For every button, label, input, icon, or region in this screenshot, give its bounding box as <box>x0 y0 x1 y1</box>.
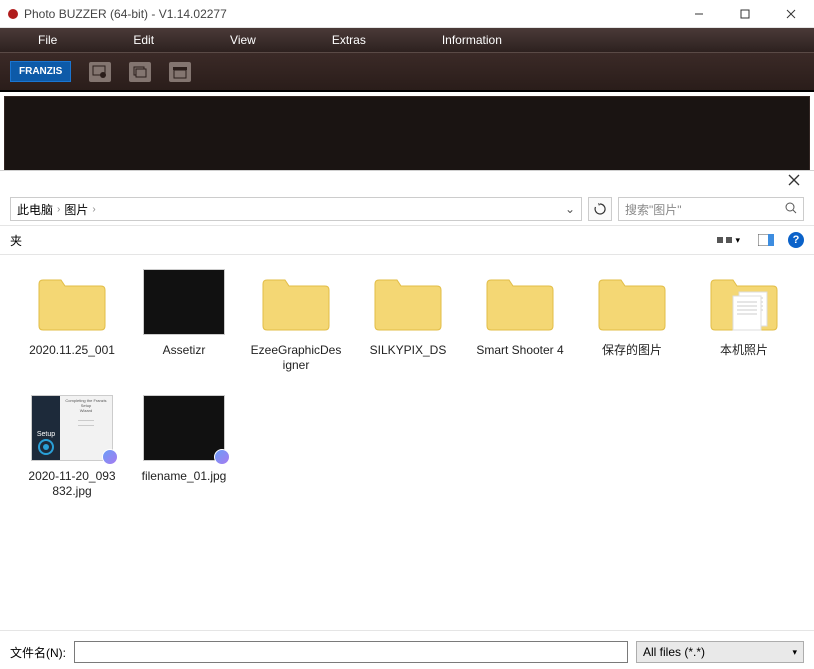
file-thumb <box>588 267 676 337</box>
search-placeholder: 搜索"图片" <box>625 201 682 218</box>
dialog-bottom-row: 文件名(N): All files (*.*) ▾ <box>0 630 814 669</box>
menu-view[interactable]: View <box>192 33 294 47</box>
media-badge-icon <box>102 449 118 465</box>
app-workspace <box>4 96 810 172</box>
file-label: EzeeGraphicDesigner <box>250 343 342 373</box>
chevron-down-icon: ▾ <box>735 235 740 246</box>
file-thumb <box>700 267 788 337</box>
file-thumb <box>476 267 564 337</box>
file-label: 2020.11.25_001 <box>26 343 118 358</box>
menu-extras[interactable]: Extras <box>294 33 404 47</box>
file-thumb: SetupCompleting the Franzis SetupWizard—… <box>28 393 116 463</box>
menu-edit[interactable]: Edit <box>95 33 192 47</box>
filename-input[interactable] <box>74 641 628 663</box>
file-thumb <box>140 267 228 337</box>
file-label: filename_01.jpg <box>138 469 230 484</box>
search-icon <box>785 202 797 217</box>
toolbar-save-icon[interactable] <box>129 62 151 82</box>
minimize-icon <box>694 9 704 19</box>
filename-label: 文件名(N): <box>10 644 66 661</box>
clapper-icon <box>172 65 188 79</box>
brand-badge: FRANZIS <box>10 61 71 82</box>
file-item[interactable]: 本机照片 <box>698 267 790 373</box>
file-thumb <box>364 267 452 337</box>
image-eye-icon <box>92 65 108 79</box>
maximize-button[interactable] <box>722 0 768 28</box>
file-label: 2020-11-20_093832.jpg <box>26 469 118 499</box>
app-menubar: File Edit View Extras Information <box>0 28 814 52</box>
close-button[interactable] <box>768 0 814 28</box>
dialog-nav-row: 此电脑 › 图片 › ⌄ 搜索"图片" <box>0 193 814 225</box>
menu-file[interactable]: File <box>0 33 95 47</box>
grid-icon <box>717 237 723 243</box>
close-icon <box>786 9 796 19</box>
refresh-button[interactable] <box>588 197 612 221</box>
file-thumb <box>28 267 116 337</box>
minimize-button[interactable] <box>676 0 722 28</box>
view-mode-button[interactable]: ▾ <box>713 233 744 248</box>
app-title: Photo BUZZER (64-bit) - V1.14.02277 <box>24 7 676 21</box>
menu-information[interactable]: Information <box>404 33 540 47</box>
file-label: 本机照片 <box>698 343 790 358</box>
toolbar-preview-icon[interactable] <box>89 62 111 82</box>
file-thumb <box>252 267 340 337</box>
help-icon: ? <box>793 234 800 246</box>
file-item[interactable]: 2020.11.25_001 <box>26 267 118 373</box>
maximize-icon <box>740 9 750 19</box>
chevron-right-icon: › <box>92 204 95 215</box>
breadcrumb-root[interactable]: 此电脑 <box>17 201 53 218</box>
app-icon <box>8 9 18 19</box>
file-item[interactable]: SILKYPIX_DS <box>362 267 454 373</box>
dialog-close-button[interactable] <box>782 171 806 193</box>
help-button[interactable]: ? <box>788 232 804 248</box>
dialog-titlebar <box>0 171 814 193</box>
file-item[interactable]: 保存的图片 <box>586 267 678 373</box>
organize-label[interactable]: 夹 <box>10 232 22 249</box>
file-open-dialog: 此电脑 › 图片 › ⌄ 搜索"图片" 夹 ▾ ? <box>0 170 814 669</box>
close-icon <box>788 174 800 186</box>
chevron-right-icon: › <box>57 204 60 215</box>
file-type-filter[interactable]: All files (*.*) ▾ <box>636 641 804 663</box>
chevron-down-icon: ▾ <box>792 647 797 658</box>
file-item[interactable]: EzeeGraphicDesigner <box>250 267 342 373</box>
file-item[interactable]: filename_01.jpg <box>138 393 230 499</box>
file-item[interactable]: Smart Shooter 4 <box>474 267 566 373</box>
file-label: SILKYPIX_DS <box>362 343 454 358</box>
media-badge-icon <box>214 449 230 465</box>
file-item[interactable]: Assetizr <box>138 267 230 373</box>
toolbar-slate-icon[interactable] <box>169 62 191 82</box>
filter-label: All files (*.*) <box>643 645 705 659</box>
preview-pane-button[interactable] <box>754 232 778 248</box>
app-toolbar: FRANZIS <box>0 52 814 92</box>
dialog-toolbar: 夹 ▾ ? <box>0 225 814 255</box>
file-label: Assetizr <box>138 343 230 358</box>
breadcrumb-folder[interactable]: 图片 <box>64 201 88 218</box>
refresh-icon <box>594 203 606 215</box>
panel-icon <box>758 234 774 246</box>
images-icon <box>132 65 148 79</box>
chevron-down-icon[interactable]: ⌄ <box>565 202 575 216</box>
app-titlebar: Photo BUZZER (64-bit) - V1.14.02277 <box>0 0 814 28</box>
file-thumb <box>140 393 228 463</box>
search-input[interactable]: 搜索"图片" <box>618 197 804 221</box>
file-item[interactable]: SetupCompleting the Franzis SetupWizard—… <box>26 393 118 499</box>
file-label: Smart Shooter 4 <box>474 343 566 358</box>
file-label: 保存的图片 <box>586 343 678 358</box>
file-list[interactable]: 2020.11.25_001 Assetizr EzeeGraphicDesign… <box>0 255 814 630</box>
breadcrumb[interactable]: 此电脑 › 图片 › ⌄ <box>10 197 582 221</box>
